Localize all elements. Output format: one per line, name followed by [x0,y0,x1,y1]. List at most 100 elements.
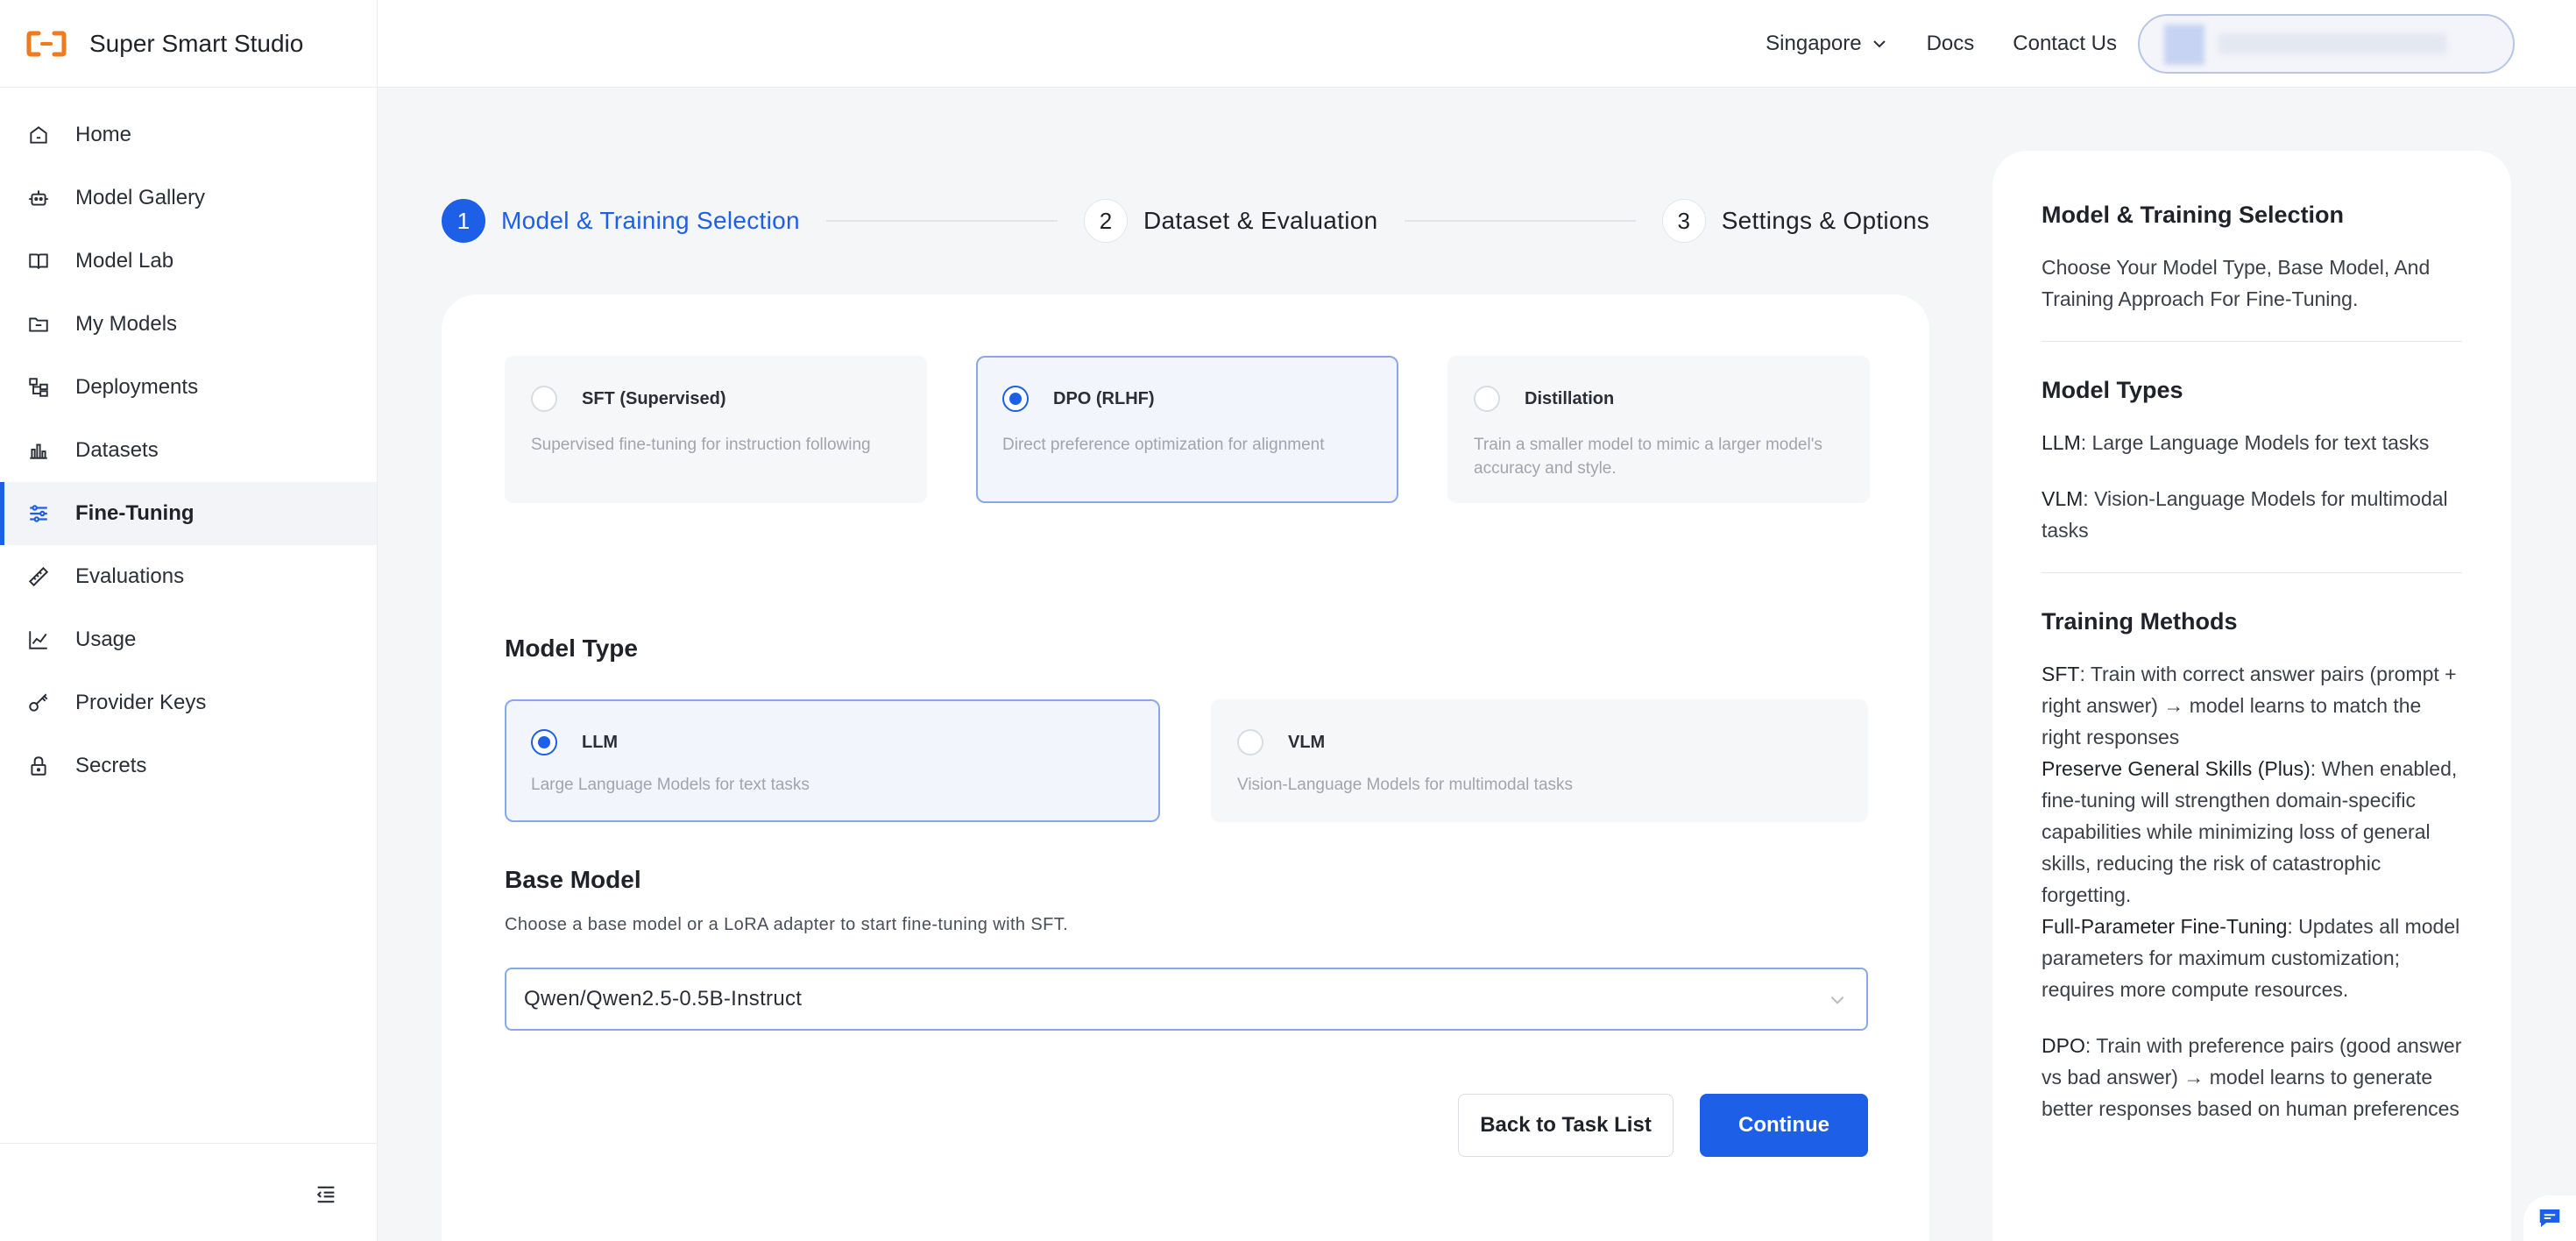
back-to-task-list-button[interactable]: Back to Task List [1458,1094,1674,1157]
method-option-dpo[interactable]: DPO (RLHF) Direct preference optimizatio… [976,356,1398,503]
divider [2042,572,2462,573]
help-title-selection: Model & Training Selection [2042,202,2345,228]
definition: : Vision-Language Models for multimodal … [2042,487,2448,542]
sidebar-item-evaluations[interactable]: Evaluations [0,545,377,608]
definition: : Large Language Models for text tasks [2080,431,2430,454]
sidebar-item-model-gallery[interactable]: Model Gallery [0,167,377,230]
definition: : Train with preference pairs (good answ… [2042,1034,2462,1120]
model-type-option-vlm[interactable]: VLM Vision-Language Models for multimoda… [1211,699,1868,822]
option-description: Direct preference optimization for align… [1002,436,1325,454]
home-icon [26,123,51,147]
step-model-training[interactable]: 1 Model & Training Selection [442,199,800,243]
sidebar-item-label: Provider Keys [75,691,207,714]
help-dpo: DPO: Train with preference pairs (good a… [2042,1030,2462,1124]
option-description: Large Language Models for text tasks [531,776,810,794]
term: Full-Parameter Fine-Tuning [2042,915,2288,938]
collapse-sidebar-icon[interactable] [314,1182,338,1207]
sidebar-item-deployments[interactable]: Deployments [0,356,377,419]
sidebar-item-label: Evaluations [75,564,185,588]
step-number: 1 [442,199,485,243]
help-full-parameter: Full-Parameter Fine-Tuning: Updates all … [2042,911,2462,1005]
chat-bubble-icon [2539,1209,2560,1227]
model-type-options: LLM Large Language Models for text tasks… [505,699,1868,822]
sidebar-item-label: Home [75,123,132,146]
help-sft: SFT: Train with correct answer pairs (pr… [2042,658,2462,753]
term: LLM [2042,431,2081,454]
sidebar-item-label: Secrets [75,754,147,777]
key-icon [26,691,51,715]
step-connector [1404,220,1636,222]
user-email-redacted [2219,32,2446,54]
sidebar: Super Smart Studio Home Model Gallery Mo… [0,0,378,1241]
lock-icon [26,754,51,778]
term: DPO [2042,1034,2085,1057]
docs-link[interactable]: Docs [1927,32,1975,56]
avatar [2164,24,2204,65]
sidebar-item-secrets[interactable]: Secrets [0,734,377,798]
brand[interactable]: Super Smart Studio [0,0,377,88]
radio-button[interactable] [531,386,557,412]
topbar: Singapore Docs Contact Us [378,0,2576,88]
region-label: Singapore [1766,31,1862,55]
sidebar-nav: Home Model Gallery Model Lab My Models D… [0,88,377,798]
folder-icon [26,312,51,337]
brand-name: Super Smart Studio [89,29,304,57]
user-account-menu[interactable] [2138,13,2515,74]
sidebar-item-my-models[interactable]: My Models [0,293,377,356]
sidebar-item-label: My Models [75,312,178,336]
help-vlm: VLM: Vision-Language Models for multimod… [2042,483,2462,546]
sidebar-item-label: Model Lab [75,249,174,273]
ruler-icon [26,564,51,589]
radio-button[interactable] [531,729,557,755]
sidebar-item-provider-keys[interactable]: Provider Keys [0,671,377,734]
chevron-down-icon [1872,39,1886,47]
usage-chart-icon [26,628,51,652]
chat-support-button[interactable] [2523,1195,2576,1241]
step-settings-options[interactable]: 3 Settings & Options [1661,199,1929,243]
bar-chart-icon [26,438,51,463]
brand-logo-icon [26,31,67,56]
help-desc-selection: Choose Your Model Type, Base Model, And … [2042,256,2431,310]
help-title-model-types: Model Types [2042,377,2183,403]
option-title: DPO (RLHF) [1053,389,1155,408]
step-label: Model & Training Selection [501,207,800,234]
definition: : Train with correct answer pairs (promp… [2042,663,2457,748]
option-description: Vision-Language Models for multimodal ta… [1237,776,1574,794]
option-description: Train a smaller model to mimic a larger … [1474,436,1822,478]
radio-button[interactable] [1237,729,1263,755]
help-llm: LLM: Large Language Models for text task… [2042,427,2462,458]
sidebar-item-usage[interactable]: Usage [0,608,377,671]
radio-button[interactable] [1002,386,1029,412]
sidebar-item-model-lab[interactable]: Model Lab [0,230,377,293]
base-model-select[interactable]: Qwen/Qwen2.5-0.5B-Instruct [505,968,1868,1031]
deploy-icon [26,375,51,400]
sidebar-item-fine-tuning[interactable]: Fine-Tuning [0,482,377,545]
model-type-title: Model Type [505,635,638,662]
help-preserve-general-skills: Preserve General Skills (Plus): When ena… [2042,753,2462,911]
continue-button[interactable]: Continue [1700,1094,1868,1157]
sidebar-item-label: Fine-Tuning [75,501,195,525]
step-label: Settings & Options [1721,207,1929,234]
method-option-sft[interactable]: SFT (Supervised) Supervised fine-tuning … [505,356,927,503]
region-selector[interactable]: Singapore [1766,32,1887,56]
sidebar-item-label: Deployments [75,375,199,399]
base-model-value: Qwen/Qwen2.5-0.5B-Instruct [524,987,803,1011]
step-dataset-evaluation[interactable]: 2 Dataset & Evaluation [1084,199,1378,243]
help-panel: Model & Training Selection Choose Your M… [1992,151,2511,1241]
option-description: Supervised fine-tuning for instruction f… [531,436,871,454]
option-title: Distillation [1525,389,1615,408]
sidebar-item-datasets[interactable]: Datasets [0,419,377,482]
model-type-option-llm[interactable]: LLM Large Language Models for text tasks [505,699,1160,822]
method-option-distillation[interactable]: Distillation Train a smaller model to mi… [1447,356,1870,503]
sidebar-item-label: Model Gallery [75,186,206,209]
radio-button[interactable] [1474,386,1500,412]
contact-us-link[interactable]: Contact Us [2013,32,2117,56]
base-model-title: Base Model [505,866,641,893]
step-label: Dataset & Evaluation [1143,207,1378,234]
step-number: 3 [1661,199,1706,243]
option-title: SFT (Supervised) [582,389,726,408]
divider [2042,341,2462,342]
sidebar-item-home[interactable]: Home [0,103,377,167]
option-title: LLM [582,733,619,752]
